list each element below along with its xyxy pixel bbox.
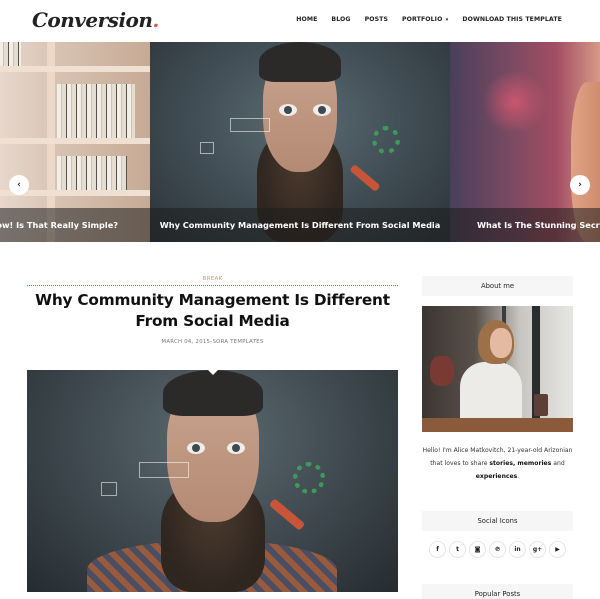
youtube-button[interactable]: ▶ bbox=[549, 541, 566, 558]
about-text-end: . bbox=[517, 473, 520, 480]
post-meta: MARCH 04, 2015-SORA TEMPLATES bbox=[161, 339, 264, 345]
nav-portfolio[interactable]: PORTFOLIO ▾ bbox=[402, 16, 448, 23]
background-person bbox=[430, 356, 454, 386]
woman-face bbox=[490, 328, 512, 358]
caret-down-icon: ▾ bbox=[445, 17, 449, 23]
slider-next-button[interactable]: › bbox=[570, 175, 590, 195]
nav-portfolio-label: PORTFOLIO bbox=[402, 16, 443, 23]
instagram-icon: ◙ bbox=[474, 546, 481, 553]
coffee-cup bbox=[534, 394, 548, 416]
slide-caption-text: t Now! Is That Really Simple? bbox=[0, 220, 118, 230]
social-widget: Social Icons f t ◙ ℗ in g+ ▶ bbox=[422, 511, 573, 558]
facebook-icon: f bbox=[436, 546, 439, 553]
eye bbox=[227, 442, 245, 454]
slide-image-blur bbox=[480, 72, 550, 132]
shelf-board bbox=[0, 66, 150, 72]
hair bbox=[163, 370, 263, 416]
slide[interactable]: t Now! Is That Really Simple? bbox=[0, 42, 150, 242]
pinterest-icon: ℗ bbox=[494, 546, 501, 553]
nav-home[interactable]: HOME bbox=[296, 16, 317, 23]
about-photo bbox=[422, 306, 573, 432]
site-logo[interactable]: Conversion. bbox=[32, 8, 159, 32]
gear-shape bbox=[293, 462, 325, 494]
popular-posts-widget: Popular Posts bbox=[422, 584, 573, 599]
about-bold-stories: stories bbox=[489, 460, 513, 467]
image-notch bbox=[207, 370, 219, 375]
about-widget-title: About me bbox=[422, 276, 573, 296]
facebook-button[interactable]: f bbox=[429, 541, 446, 558]
youtube-icon: ▶ bbox=[555, 546, 560, 553]
books-image bbox=[57, 156, 127, 190]
about-text: Hello! I'm Alice Matkovitch, 21-year-old… bbox=[422, 444, 573, 483]
eye bbox=[313, 104, 331, 116]
hologram-shape bbox=[139, 462, 189, 478]
google-plus-button[interactable]: g+ bbox=[529, 541, 546, 558]
books-image bbox=[0, 42, 21, 66]
slide[interactable]: What Is The Stunning Secret J bbox=[450, 42, 600, 242]
nav-blog[interactable]: BLOG bbox=[331, 16, 350, 23]
sidebar: About me Hello! I'm Alice Matkovitch, 21… bbox=[422, 276, 573, 599]
pinterest-button[interactable]: ℗ bbox=[489, 541, 506, 558]
main-nav: HOME BLOG POSTS PORTFOLIO ▾ DOWNLOAD THI… bbox=[296, 16, 562, 23]
post: BREAK Why Community Management Is Differ… bbox=[27, 276, 398, 592]
logo-text: Conversion bbox=[32, 8, 153, 32]
shelf-board bbox=[0, 138, 150, 144]
slide-caption[interactable]: What Is The Stunning Secret J bbox=[450, 208, 600, 242]
slide-caption[interactable]: t Now! Is That Really Simple? bbox=[0, 208, 150, 242]
twitter-icon: t bbox=[456, 546, 459, 553]
post-title[interactable]: Why Community Management Is Different Fr… bbox=[27, 290, 398, 332]
featured-slider: t Now! Is That Really Simple? Why Commun… bbox=[0, 42, 600, 242]
nav-posts[interactable]: POSTS bbox=[365, 16, 388, 23]
hair bbox=[259, 42, 341, 82]
social-widget-title: Social Icons bbox=[422, 511, 573, 531]
woman-body bbox=[460, 362, 522, 424]
about-text-mid: and bbox=[551, 460, 565, 467]
slider-prev-button[interactable]: ‹ bbox=[9, 175, 29, 195]
google-plus-icon: g+ bbox=[532, 546, 543, 553]
site-header: Conversion. HOME BLOG POSTS PORTFOLIO ▾ … bbox=[0, 0, 600, 42]
gear-shape bbox=[372, 126, 400, 154]
about-bold-memories: memories bbox=[517, 460, 552, 467]
logo-dot: . bbox=[152, 8, 159, 32]
slide-caption[interactable]: Why Community Management Is Different Fr… bbox=[150, 208, 450, 242]
post-category-label[interactable]: BREAK bbox=[27, 276, 398, 282]
eye bbox=[279, 104, 297, 116]
social-icons-row: f t ◙ ℗ in g+ ▶ bbox=[422, 541, 573, 558]
linkedin-icon: in bbox=[514, 546, 521, 553]
hologram-shape bbox=[200, 142, 214, 154]
eye bbox=[187, 442, 205, 454]
table bbox=[422, 418, 573, 432]
category-divider bbox=[27, 285, 398, 286]
chevron-left-icon: ‹ bbox=[17, 180, 21, 190]
popular-posts-title: Popular Posts bbox=[422, 584, 573, 599]
books-image bbox=[57, 84, 135, 138]
hologram-shape bbox=[101, 482, 117, 496]
about-bold-experiences: experiences bbox=[475, 473, 518, 480]
chevron-right-icon: › bbox=[578, 180, 582, 190]
instagram-button[interactable]: ◙ bbox=[469, 541, 486, 558]
nav-download-template[interactable]: DOWNLOAD THIS TEMPLATE bbox=[462, 16, 562, 23]
slide[interactable]: Why Community Management Is Different Fr… bbox=[150, 42, 450, 242]
post-featured-image[interactable] bbox=[27, 370, 398, 592]
twitter-button[interactable]: t bbox=[449, 541, 466, 558]
hologram-shape bbox=[230, 118, 270, 132]
linkedin-button[interactable]: in bbox=[509, 541, 526, 558]
